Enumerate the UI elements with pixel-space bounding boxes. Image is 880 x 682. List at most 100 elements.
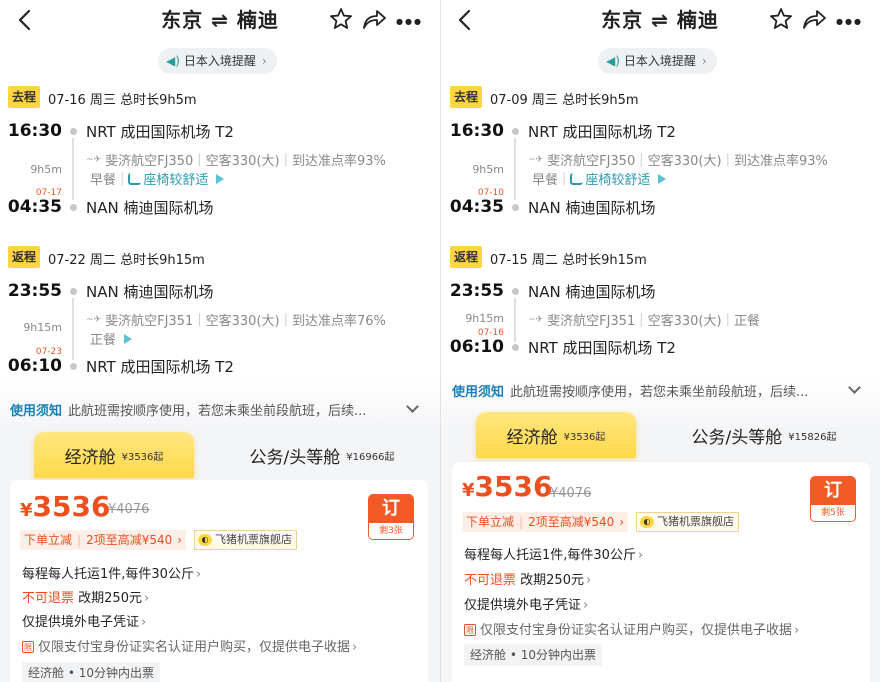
- limit-badge-icon: 限: [464, 624, 476, 636]
- outbound-tag: 去程: [8, 86, 41, 108]
- fliggy-logo-icon: ◐: [198, 534, 212, 546]
- tab-economy-label: 经济舱: [506, 427, 558, 448]
- voucher-rule[interactable]: 仅提供境外电子凭证 ›: [22, 611, 146, 630]
- outbound-dep-airport: NRT 成田国际机场 T2: [86, 123, 234, 141]
- outbound-tag: 去程: [450, 86, 483, 108]
- book-button[interactable]: 订 剩3张: [368, 494, 414, 540]
- outbound-date: 07-09: [490, 93, 528, 108]
- store-tag: ◐ 飞猪机票旗舰店: [194, 530, 297, 550]
- timeline-dot: [70, 204, 77, 211]
- entry-notice-pill[interactable]: ◀) 日本入境提醒 ›: [598, 48, 717, 74]
- entry-notice-pill[interactable]: ◀) 日本入境提醒 ›: [158, 48, 277, 74]
- flight-detail-panel-2: 东京 ⇌ 楠迪 ●●● ◀) 日本入境提醒 › 去程 07-09 周三 总时长9…: [440, 0, 880, 682]
- tab-business-label: 公务/头等舱: [249, 447, 341, 468]
- fiji-airways-logo-icon: ~✈: [528, 314, 544, 325]
- outbound-date: 07-16: [48, 93, 86, 108]
- more-options-icon[interactable]: ●●●: [396, 17, 423, 26]
- usage-notice[interactable]: 使用须知 此航班需按顺序使用，若您未乘坐前段航班，后续...: [452, 381, 868, 400]
- timeline-dot: [512, 288, 519, 295]
- tab-business-price: ¥16966起: [346, 451, 395, 463]
- seat-icon: [570, 173, 584, 185]
- share-icon[interactable]: [800, 6, 828, 32]
- play-icon[interactable]: [124, 333, 133, 344]
- tab-business-first[interactable]: 公务/头等舱 ¥16966起: [236, 432, 408, 478]
- play-icon[interactable]: [216, 173, 225, 184]
- tab-business-first[interactable]: 公务/头等舱 ¥15826起: [678, 412, 850, 458]
- inbound-service-info: 正餐: [90, 329, 133, 348]
- outbound-dep-time: 16:30: [449, 121, 504, 141]
- timeline-line: [514, 138, 516, 200]
- book-button-label: 订: [369, 495, 413, 523]
- speaker-icon: ◀): [606, 54, 620, 68]
- tab-economy-price: ¥3536起: [563, 431, 606, 443]
- timeline-dot: [70, 363, 77, 370]
- baggage-rule[interactable]: 每程每人托运1件,每件30公斤 ›: [464, 544, 643, 563]
- favorite-star-icon[interactable]: [328, 6, 354, 32]
- outbound-dep-airport: NRT 成田国际机场 T2: [528, 123, 676, 141]
- outbound-date-line: 07-09 周三 总时长9h5m: [490, 89, 639, 108]
- outbound-ontime: 到达准点率93%: [733, 154, 828, 169]
- inbound-dep-airport: NAN 楠迪国际机场: [528, 283, 656, 301]
- inbound-aircraft: 空客330(大): [205, 314, 280, 329]
- timeline-dot: [512, 204, 519, 211]
- usage-notice-text: 此航班需按顺序使用，若您未乘坐前段航班，后续...: [68, 404, 367, 419]
- fliggy-logo-icon: ◐: [640, 516, 654, 528]
- outbound-airline: 斐济航空FJ350: [105, 154, 194, 169]
- promo-tag[interactable]: 下单立减 | 2项至高减¥540 ›: [20, 530, 187, 550]
- inbound-flight-info: ~✈ 斐济航空FJ351 | 空客330(大) | 到达准点率76%: [86, 312, 386, 329]
- book-button[interactable]: 订 剩5张: [810, 476, 856, 522]
- tab-economy[interactable]: 经济舱 ¥3536起: [476, 412, 636, 458]
- inbound-meal: 正餐: [90, 333, 117, 348]
- inbound-meal: 正餐: [733, 314, 760, 329]
- inbound-total-duration: 总时长9h15m: [120, 253, 205, 268]
- inbound-arr-airport: NRT 成田国际机场 T2: [528, 339, 676, 357]
- outbound-aircraft: 空客330(大): [647, 154, 722, 169]
- outbound-ontime: 到达准点率93%: [291, 154, 386, 169]
- outbound-arr-airport: NAN 楠迪国际机场: [86, 199, 214, 217]
- outbound-date-line: 07-16 周三 总时长9h5m: [48, 89, 197, 108]
- tab-business-label: 公务/头等舱: [691, 427, 783, 448]
- share-icon[interactable]: [360, 6, 388, 32]
- chevron-right-icon: ›: [701, 54, 707, 68]
- timeline-dot: [70, 288, 77, 295]
- inbound-dep-airport: NAN 楠迪国际机场: [86, 283, 214, 301]
- seat-comfort-link[interactable]: 座椅较舒适: [570, 169, 650, 188]
- purchase-limit-rule[interactable]: 限仅限支付宝身份证实名认证用户购买，仅提供电子收据 ›: [464, 619, 799, 638]
- purchase-limit-rule[interactable]: 限仅限支付宝身份证实名认证用户购买，仅提供电子收据 ›: [22, 636, 357, 655]
- refund-rule[interactable]: 不可退票 改期250元 ›: [22, 587, 149, 606]
- store-tag: ◐ 飞猪机票旗舰店: [636, 512, 739, 532]
- timeline-dot: [512, 128, 519, 135]
- timeline-line: [72, 138, 74, 200]
- outbound-meal: 早餐: [90, 173, 117, 188]
- inbound-airline: 斐济航空FJ351: [105, 314, 194, 329]
- outbound-meal: 早餐: [532, 173, 559, 188]
- inbound-arr-airport: NRT 成田国际机场 T2: [86, 358, 234, 376]
- play-icon[interactable]: [658, 173, 667, 184]
- inbound-seg-duration: 9h15m: [23, 321, 62, 334]
- fiji-airways-logo-icon: ~✈: [86, 154, 102, 165]
- refund-rule[interactable]: 不可退票 改期250元 ›: [464, 569, 591, 588]
- inbound-aircraft: 空客330(大): [647, 314, 722, 329]
- inbound-airline: 斐济航空FJ351: [547, 314, 636, 329]
- fare-original-price: ¥4076: [108, 502, 150, 517]
- timeline-line: [72, 298, 74, 360]
- tab-economy[interactable]: 经济舱 ¥3536起: [34, 432, 194, 478]
- book-button-label: 订: [811, 477, 855, 505]
- tab-economy-label: 经济舱: [64, 447, 116, 468]
- outbound-arr-time: 04:35: [449, 197, 504, 217]
- baggage-rule[interactable]: 每程每人托运1件,每件30公斤 ›: [22, 563, 201, 582]
- usage-notice[interactable]: 使用须知 此航班需按顺序使用，若您未乘坐前段航班，后续...: [10, 400, 426, 419]
- tab-economy-price: ¥3536起: [121, 451, 164, 463]
- inbound-date: 07-22: [48, 253, 86, 268]
- outbound-airline: 斐济航空FJ350: [547, 154, 636, 169]
- inbound-ontime: 到达准点率76%: [291, 314, 386, 329]
- seat-comfort-link[interactable]: 座椅较舒适: [128, 169, 208, 188]
- promo-tag[interactable]: 下单立减 | 2项至高减¥540 ›: [462, 512, 629, 532]
- more-options-icon[interactable]: ●●●: [836, 17, 863, 26]
- voucher-rule[interactable]: 仅提供境外电子凭证 ›: [464, 594, 588, 613]
- favorite-star-icon[interactable]: [768, 6, 794, 32]
- inbound-dep-time: 23:55: [449, 281, 504, 301]
- outbound-seg-duration: 9h5m: [472, 163, 504, 176]
- usage-notice-label: 使用须知: [10, 404, 63, 419]
- speaker-icon: ◀): [166, 54, 180, 68]
